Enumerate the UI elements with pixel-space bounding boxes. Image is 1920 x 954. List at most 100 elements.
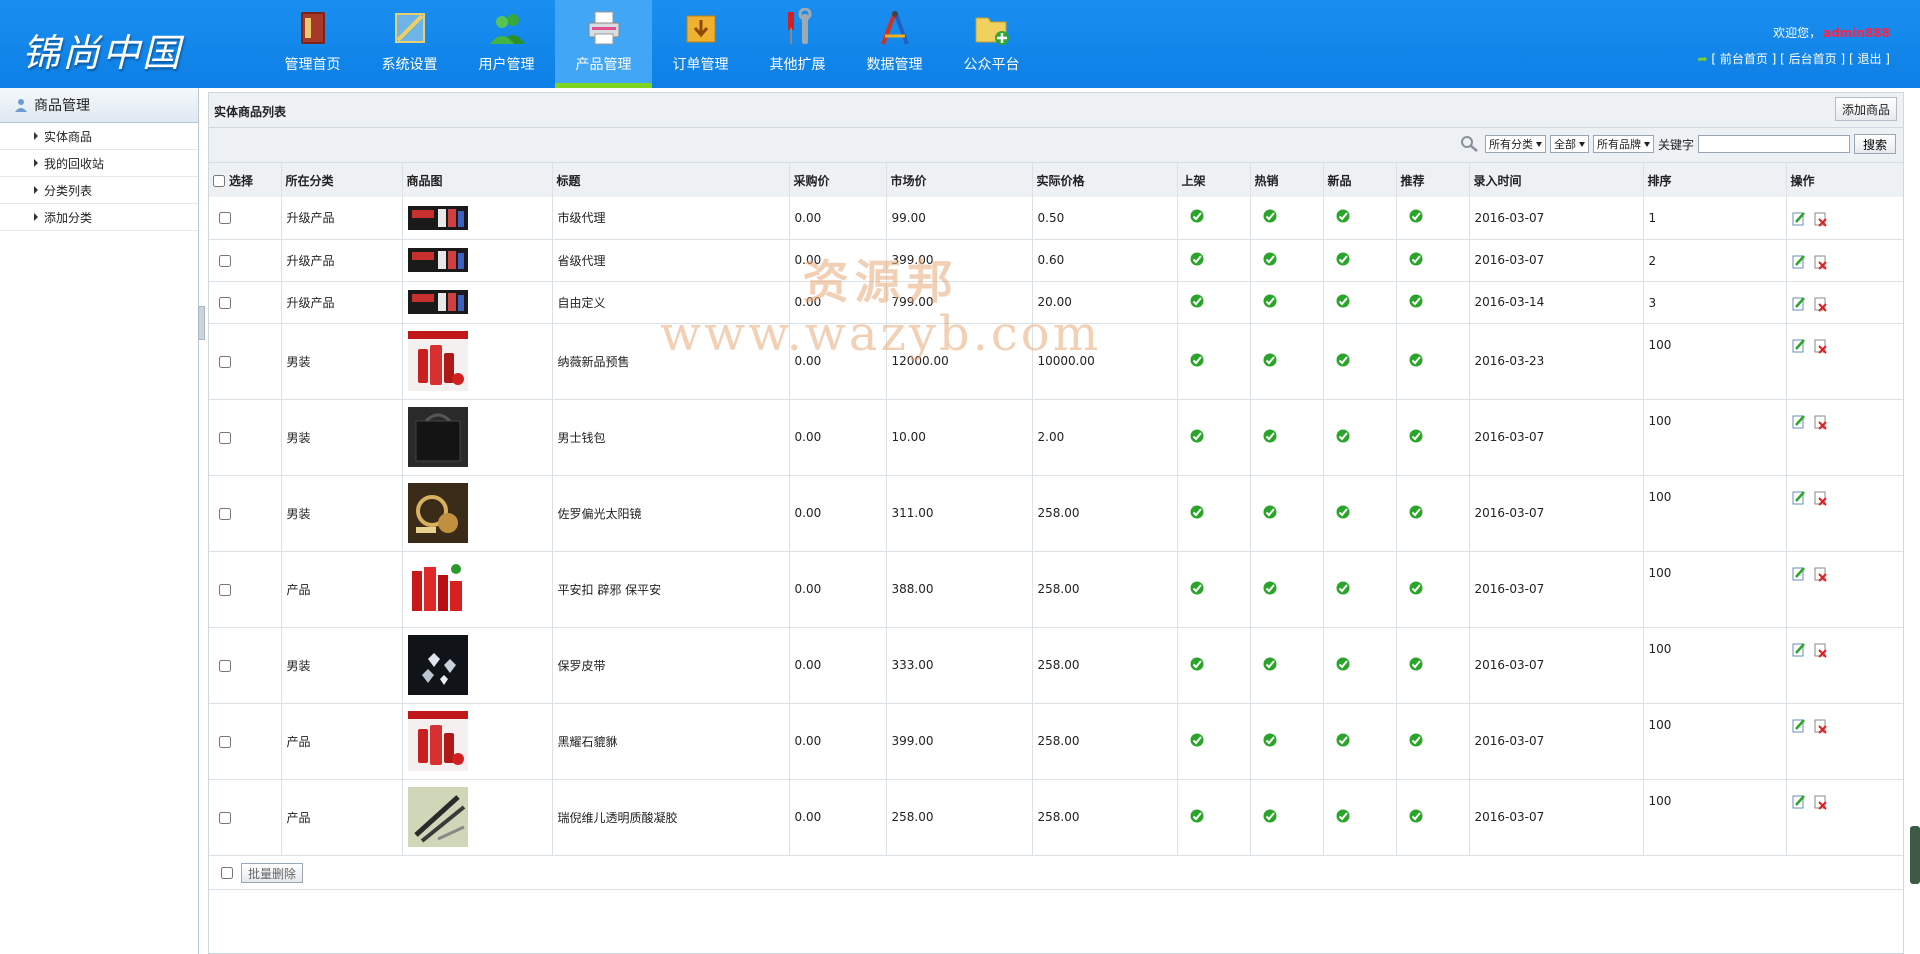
row-checkbox[interactable] xyxy=(219,431,231,444)
edit-icon[interactable] xyxy=(1792,490,1806,506)
delete-icon[interactable] xyxy=(1814,211,1828,227)
product-thumbnail[interactable] xyxy=(407,205,551,230)
check-icon[interactable] xyxy=(1189,352,1205,368)
edit-icon[interactable] xyxy=(1792,211,1806,227)
check-icon[interactable] xyxy=(1335,732,1351,748)
check-icon[interactable] xyxy=(1262,251,1278,267)
check-icon[interactable] xyxy=(1189,504,1205,520)
delete-icon[interactable] xyxy=(1814,794,1828,810)
row-checkbox[interactable] xyxy=(219,659,231,672)
check-icon[interactable] xyxy=(1335,580,1351,596)
delete-icon[interactable] xyxy=(1814,296,1828,312)
select-all-bottom-checkbox[interactable] xyxy=(221,867,233,879)
product-thumbnail[interactable] xyxy=(407,635,551,695)
sidebar-collapse-handle[interactable] xyxy=(198,306,205,340)
edit-icon[interactable] xyxy=(1792,254,1806,270)
nav-item-5[interactable]: 其他扩展 xyxy=(749,0,846,88)
status-select[interactable]: 全部 xyxy=(1549,135,1589,153)
keyword-input[interactable] xyxy=(1697,135,1850,153)
check-icon[interactable] xyxy=(1335,656,1351,672)
delete-icon[interactable] xyxy=(1814,718,1828,734)
check-icon[interactable] xyxy=(1335,428,1351,444)
delete-icon[interactable] xyxy=(1814,414,1828,430)
check-icon[interactable] xyxy=(1335,208,1351,224)
row-checkbox[interactable] xyxy=(219,254,231,267)
sidebar-item-recycle-bin[interactable]: 我的回收站 xyxy=(0,150,198,177)
edit-icon[interactable] xyxy=(1792,296,1806,312)
link-admin-home[interactable]: [ 后台首页 ] xyxy=(1780,52,1845,66)
check-icon[interactable] xyxy=(1408,208,1424,224)
delete-icon[interactable] xyxy=(1814,642,1828,658)
edit-icon[interactable] xyxy=(1792,794,1806,810)
check-icon[interactable] xyxy=(1189,251,1205,267)
check-icon[interactable] xyxy=(1262,504,1278,520)
row-checkbox[interactable] xyxy=(219,296,231,309)
bulk-delete-button[interactable]: 批量删除 xyxy=(241,863,304,883)
delete-icon[interactable] xyxy=(1814,566,1828,582)
check-icon[interactable] xyxy=(1189,293,1205,309)
row-checkbox[interactable] xyxy=(219,811,231,824)
nav-item-7[interactable]: 公众平台 xyxy=(943,0,1040,88)
product-thumbnail[interactable] xyxy=(407,787,551,847)
check-icon[interactable] xyxy=(1408,580,1424,596)
product-thumbnail[interactable] xyxy=(407,407,551,467)
check-icon[interactable] xyxy=(1408,656,1424,672)
check-icon[interactable] xyxy=(1189,428,1205,444)
check-icon[interactable] xyxy=(1189,208,1205,224)
nav-item-3[interactable]: 产品管理 xyxy=(555,0,652,88)
check-icon[interactable] xyxy=(1408,428,1424,444)
row-checkbox[interactable] xyxy=(219,507,231,520)
check-icon[interactable] xyxy=(1335,808,1351,824)
edit-icon[interactable] xyxy=(1792,414,1806,430)
edit-icon[interactable] xyxy=(1792,338,1806,354)
row-checkbox[interactable] xyxy=(219,212,231,225)
check-icon[interactable] xyxy=(1408,352,1424,368)
nav-item-2[interactable]: 用户管理 xyxy=(458,0,555,88)
add-product-button[interactable]: 添加商品 xyxy=(1834,97,1897,121)
check-icon[interactable] xyxy=(1262,656,1278,672)
link-logout[interactable]: [ 退出 ] xyxy=(1849,52,1890,66)
check-icon[interactable] xyxy=(1335,504,1351,520)
delete-icon[interactable] xyxy=(1814,490,1828,506)
check-icon[interactable] xyxy=(1189,808,1205,824)
select-all-checkbox[interactable] xyxy=(213,175,225,187)
edit-icon[interactable] xyxy=(1792,566,1806,582)
check-icon[interactable] xyxy=(1408,293,1424,309)
check-icon[interactable] xyxy=(1262,293,1278,309)
check-icon[interactable] xyxy=(1262,352,1278,368)
product-thumbnail[interactable] xyxy=(407,331,551,391)
delete-icon[interactable] xyxy=(1814,338,1828,354)
sidebar-item-category-list[interactable]: 分类列表 xyxy=(0,177,198,204)
link-front-home[interactable]: [ 前台首页 ] xyxy=(1711,52,1776,66)
row-checkbox[interactable] xyxy=(219,355,231,368)
nav-item-4[interactable]: 订单管理 xyxy=(652,0,749,88)
edit-icon[interactable] xyxy=(1792,642,1806,658)
check-icon[interactable] xyxy=(1189,580,1205,596)
nav-item-1[interactable]: 系统设置 xyxy=(361,0,458,88)
delete-icon[interactable] xyxy=(1814,254,1828,270)
sidebar-item-physical-goods[interactable]: 实体商品 xyxy=(0,123,198,150)
product-thumbnail[interactable] xyxy=(407,248,551,272)
brand-select[interactable]: 所有品牌 xyxy=(1592,135,1654,153)
check-icon[interactable] xyxy=(1335,352,1351,368)
check-icon[interactable] xyxy=(1262,808,1278,824)
scrollbar-thumb[interactable] xyxy=(1910,826,1920,884)
check-icon[interactable] xyxy=(1262,208,1278,224)
check-icon[interactable] xyxy=(1408,504,1424,520)
check-icon[interactable] xyxy=(1335,251,1351,267)
check-icon[interactable] xyxy=(1408,732,1424,748)
category-select[interactable]: 所有分类 xyxy=(1484,135,1546,153)
check-icon[interactable] xyxy=(1335,293,1351,309)
nav-item-6[interactable]: 数据管理 xyxy=(846,0,943,88)
check-icon[interactable] xyxy=(1408,808,1424,824)
search-button[interactable]: 搜索 xyxy=(1853,134,1896,154)
check-icon[interactable] xyxy=(1189,656,1205,672)
product-thumbnail[interactable] xyxy=(407,559,551,619)
product-thumbnail[interactable] xyxy=(407,483,551,543)
product-thumbnail[interactable] xyxy=(407,711,551,771)
row-checkbox[interactable] xyxy=(219,583,231,596)
check-icon[interactable] xyxy=(1262,428,1278,444)
row-checkbox[interactable] xyxy=(219,735,231,748)
check-icon[interactable] xyxy=(1408,251,1424,267)
product-thumbnail[interactable] xyxy=(407,290,551,314)
